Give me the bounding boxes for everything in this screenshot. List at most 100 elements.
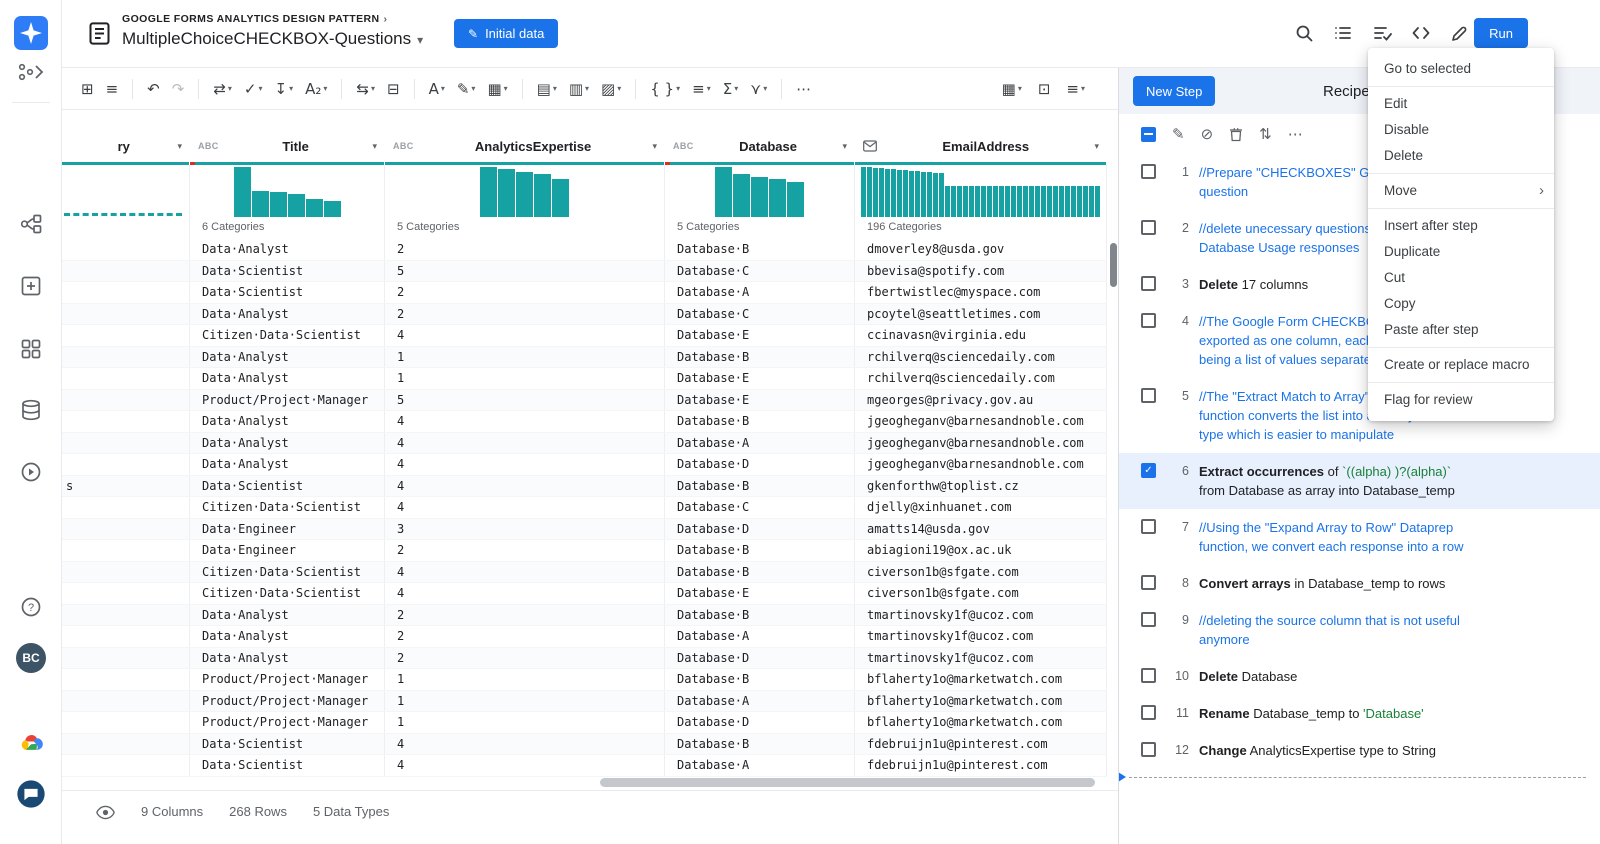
table-cell[interactable] bbox=[62, 626, 190, 647]
table-cell[interactable]: Citizen·Data·Scientist bbox=[190, 325, 385, 346]
grid-view-icon[interactable]: ⊞ bbox=[76, 77, 99, 101]
table-cell[interactable]: jgeogheganv@barnesandnoble.com bbox=[855, 454, 1107, 475]
table-cell[interactable]: tmartinovsky1f@ucoz.com bbox=[855, 626, 1107, 647]
table-cell[interactable]: 1 bbox=[385, 368, 665, 389]
menu-item-move[interactable]: Move› bbox=[1368, 178, 1554, 204]
step-checkbox[interactable] bbox=[1141, 612, 1156, 627]
table-cell[interactable]: Database·B bbox=[665, 605, 855, 626]
table-cell[interactable] bbox=[62, 454, 190, 475]
plans-icon[interactable] bbox=[0, 274, 62, 298]
menu-item-flag-for-review[interactable]: Flag for review bbox=[1368, 387, 1554, 413]
table-cell[interactable]: bflaherty1o@marketwatch.com bbox=[855, 669, 1107, 690]
table-cell[interactable]: Product/Project·Manager bbox=[190, 669, 385, 690]
view-options-icon[interactable]: ▦▾ bbox=[997, 77, 1027, 101]
flows-icon[interactable] bbox=[0, 212, 62, 236]
structure-icon[interactable]: ▦▾ bbox=[482, 77, 512, 101]
table-cell[interactable]: civerson1b@sfgate.com bbox=[855, 583, 1107, 604]
menu-item-paste-after-step[interactable]: Paste after step bbox=[1368, 317, 1554, 343]
avatar[interactable]: BC bbox=[0, 643, 62, 673]
menu-item-go-to-selected[interactable]: Go to selected bbox=[1368, 56, 1554, 82]
table-cell[interactable]: 1 bbox=[385, 669, 665, 690]
table-cell[interactable]: Data·Scientist bbox=[190, 476, 385, 497]
steps-list-icon[interactable] bbox=[1333, 23, 1353, 43]
recipe-step-7[interactable]: 7//Using the "Expand Array to Row" Datap… bbox=[1119, 509, 1600, 565]
table-cell[interactable]: rchilverq@sciencedaily.com bbox=[855, 368, 1107, 389]
title-chevron-icon[interactable]: ▾ bbox=[417, 33, 423, 47]
table-cell[interactable]: 2 bbox=[385, 605, 665, 626]
horizontal-scrollbar[interactable] bbox=[600, 778, 1095, 787]
jobs-icon[interactable] bbox=[0, 460, 62, 484]
table-cell[interactable]: bflaherty1o@marketwatch.com bbox=[855, 712, 1107, 733]
column-menu-icon[interactable]: ▾ bbox=[652, 141, 657, 152]
menu-item-create-or-replace-macro[interactable]: Create or replace macro bbox=[1368, 352, 1554, 378]
table-cell[interactable]: Database·D bbox=[665, 648, 855, 669]
column-header-AnalyticsExpertise[interactable]: ABCAnalyticsExpertise▾ bbox=[385, 130, 665, 162]
table-cell[interactable]: pcoytel@seattletimes.com bbox=[855, 304, 1107, 325]
table-cell[interactable] bbox=[62, 239, 190, 260]
column-menu-icon[interactable]: ▾ bbox=[1094, 141, 1099, 152]
edit-step-icon[interactable]: ✎ bbox=[1172, 125, 1185, 143]
table-cell[interactable]: Citizen·Data·Scientist bbox=[190, 562, 385, 583]
table-cell[interactable]: 4 bbox=[385, 583, 665, 604]
table-cell[interactable]: 3 bbox=[385, 519, 665, 540]
table-cell[interactable] bbox=[62, 755, 190, 776]
format-icon[interactable]: A₂▾ bbox=[300, 77, 332, 101]
table-cell[interactable]: 1 bbox=[385, 691, 665, 712]
table-cell[interactable]: Data·Analyst bbox=[190, 454, 385, 475]
table-cell[interactable]: Database·D bbox=[665, 454, 855, 475]
table-cell[interactable]: Database·B bbox=[665, 669, 855, 690]
google-cloud-icon[interactable] bbox=[0, 728, 62, 753]
table-cell[interactable]: fbertwistlec@myspace.com bbox=[855, 282, 1107, 303]
table-cell[interactable] bbox=[62, 411, 190, 432]
table-cell[interactable] bbox=[62, 433, 190, 454]
table-cell[interactable]: Database·E bbox=[665, 583, 855, 604]
table-cell[interactable] bbox=[62, 605, 190, 626]
breadcrumb[interactable]: GOOGLE FORMS ANALYTICS DESIGN PATTERN› bbox=[122, 13, 387, 25]
table-cell[interactable]: Database·D bbox=[665, 712, 855, 733]
redo-icon[interactable]: ↷ bbox=[167, 77, 190, 101]
row-view-icon[interactable]: ≡ bbox=[101, 77, 124, 101]
table-cell[interactable]: mgeorges@privacy.gov.au bbox=[855, 390, 1107, 411]
table-cell[interactable] bbox=[62, 540, 190, 561]
table-cell[interactable]: 2 bbox=[385, 648, 665, 669]
undo-icon[interactable]: ↶ bbox=[142, 77, 165, 101]
table-cell[interactable]: 2 bbox=[385, 239, 665, 260]
table-cell[interactable]: Database·B bbox=[665, 347, 855, 368]
table-cell[interactable]: Database·C bbox=[665, 497, 855, 518]
menu-item-disable[interactable]: Disable bbox=[1368, 117, 1554, 143]
table-cell[interactable]: Database·E bbox=[665, 325, 855, 346]
table-cell[interactable]: tmartinovsky1f@ucoz.com bbox=[855, 605, 1107, 626]
help-icon[interactable]: ? bbox=[0, 595, 62, 619]
table-cell[interactable]: 2 bbox=[385, 304, 665, 325]
table-cell[interactable]: abiagioni19@ox.ac.uk bbox=[855, 540, 1107, 561]
aggregate-icon[interactable]: Σ▾ bbox=[718, 77, 744, 101]
table-cell[interactable]: 2 bbox=[385, 282, 665, 303]
table-cell[interactable]: Citizen·Data·Scientist bbox=[190, 497, 385, 518]
recipe-step-6[interactable]: ✓6Extract occurrences of `((alpha) )?(al… bbox=[1119, 453, 1600, 509]
table-cell[interactable] bbox=[62, 282, 190, 303]
table-cell[interactable]: Data·Scientist bbox=[190, 282, 385, 303]
table-cell[interactable]: Database·A bbox=[665, 626, 855, 647]
menu-item-copy[interactable]: Copy bbox=[1368, 291, 1554, 317]
table-cell[interactable]: 1 bbox=[385, 347, 665, 368]
table-cell[interactable]: 2 bbox=[385, 540, 665, 561]
insert-step-line[interactable] bbox=[1129, 777, 1586, 778]
table-cell[interactable]: 4 bbox=[385, 562, 665, 583]
recipe-check-icon[interactable] bbox=[1372, 23, 1392, 43]
table-cell[interactable]: fdebruijn1u@pinterest.com bbox=[855, 755, 1107, 776]
extract-icon[interactable]: ↧▾ bbox=[270, 77, 299, 101]
find-replace-icon[interactable]: ⇄▾ bbox=[208, 77, 237, 101]
table-cell[interactable]: Data·Scientist bbox=[190, 261, 385, 282]
delete-step-icon[interactable] bbox=[1229, 127, 1243, 142]
table-cell[interactable]: 4 bbox=[385, 476, 665, 497]
menu-item-duplicate[interactable]: Duplicate bbox=[1368, 239, 1554, 265]
table-cell[interactable] bbox=[62, 648, 190, 669]
table-cell[interactable]: Database·C bbox=[665, 261, 855, 282]
table-cell[interactable]: tmartinovsky1f@ucoz.com bbox=[855, 648, 1107, 669]
table-cell[interactable]: Database·B bbox=[665, 734, 855, 755]
table-cell[interactable]: 2 bbox=[385, 626, 665, 647]
table-cell[interactable]: Database·A bbox=[665, 755, 855, 776]
table-cell[interactable]: Product/Project·Manager bbox=[190, 712, 385, 733]
table-cell[interactable]: Data·Analyst bbox=[190, 626, 385, 647]
table-cell[interactable]: Data·Analyst bbox=[190, 239, 385, 260]
